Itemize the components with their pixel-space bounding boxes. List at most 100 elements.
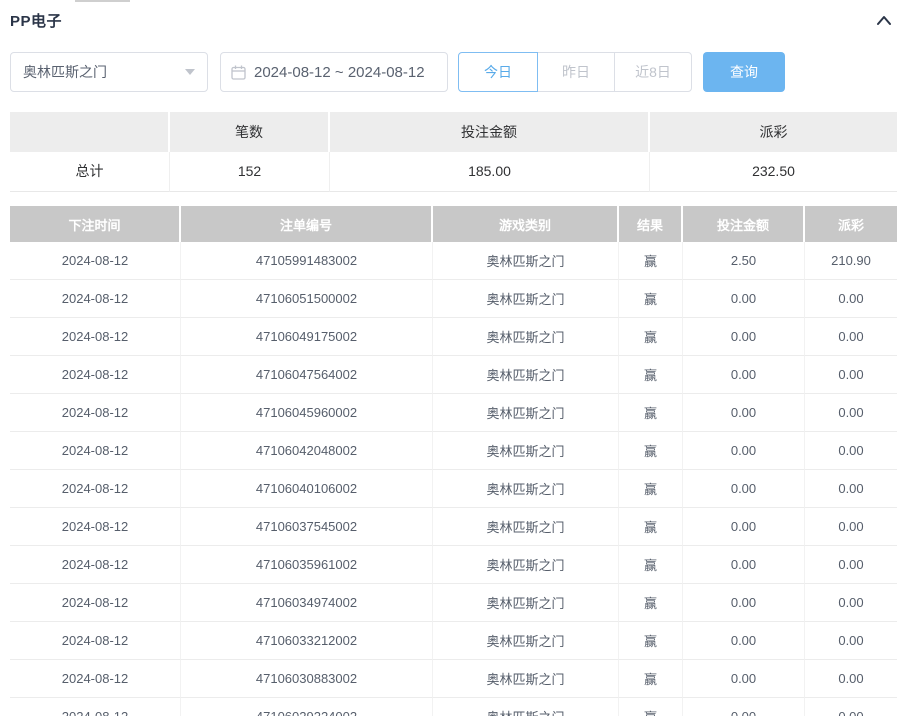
cell-bet-amount: 0.00 [683, 432, 805, 470]
cell-bet-amount: 0.00 [683, 660, 805, 698]
table-row: 2024-08-12 47106029224002 奥林匹斯之门 赢 0.00 … [10, 698, 897, 716]
cell-game-type: 奥林匹斯之门 [433, 242, 619, 280]
cell-payout: 0.00 [805, 508, 897, 546]
summary-header-bet-amount: 投注金额 [330, 112, 650, 152]
cell-bet-time: 2024-08-12 [10, 584, 181, 622]
cell-bet-time: 2024-08-12 [10, 622, 181, 660]
summary-total-row: 总计 152 185.00 232.50 [10, 152, 897, 192]
cell-result: 赢 [619, 242, 683, 280]
col-bet-time: 下注时间 [10, 206, 181, 242]
table-row: 2024-08-12 47105991483002 奥林匹斯之门 赢 2.50 … [10, 242, 897, 280]
calendar-icon [231, 65, 254, 80]
cell-bet-id: 47106034974002 [181, 584, 433, 622]
yesterday-button[interactable]: 昨日 [537, 52, 615, 92]
cell-bet-time: 2024-08-12 [10, 356, 181, 394]
cell-bet-amount: 0.00 [683, 356, 805, 394]
cell-bet-time: 2024-08-12 [10, 546, 181, 584]
cell-result: 赢 [619, 432, 683, 470]
cell-bet-time: 2024-08-12 [10, 394, 181, 432]
summary-total-label: 总计 [10, 152, 170, 192]
cell-payout: 0.00 [805, 698, 897, 716]
cell-payout: 210.90 [805, 242, 897, 280]
bet-table-header: 下注时间 注单编号 游戏类别 结果 投注金额 派彩 [10, 206, 897, 242]
cell-game-type: 奥林匹斯之门 [433, 698, 619, 716]
summary-total-payout: 232.50 [650, 152, 897, 192]
col-bet-amount: 投注金额 [683, 206, 805, 242]
search-button[interactable]: 查询 [703, 52, 785, 92]
viewport-artifact [75, 0, 130, 2]
bet-table-body: 2024-08-12 47105991483002 奥林匹斯之门 赢 2.50 … [10, 242, 897, 716]
cell-payout: 0.00 [805, 280, 897, 318]
cell-bet-time: 2024-08-12 [10, 660, 181, 698]
cell-bet-time: 2024-08-12 [10, 470, 181, 508]
bet-records-table: 下注时间 注单编号 游戏类别 结果 投注金额 派彩 2024-08-12 471… [10, 206, 897, 716]
date-range-value: 2024-08-12 ~ 2024-08-12 [254, 63, 425, 81]
last8days-button[interactable]: 近8日 [614, 52, 692, 92]
cell-bet-amount: 0.00 [683, 318, 805, 356]
cell-bet-id: 47106029224002 [181, 698, 433, 716]
table-row: 2024-08-12 47106040106002 奥林匹斯之门 赢 0.00 … [10, 470, 897, 508]
cell-game-type: 奥林匹斯之门 [433, 356, 619, 394]
cell-bet-id: 47106045960002 [181, 394, 433, 432]
cell-bet-amount: 0.00 [683, 280, 805, 318]
table-row: 2024-08-12 47106047564002 奥林匹斯之门 赢 0.00 … [10, 356, 897, 394]
cell-result: 赢 [619, 280, 683, 318]
cell-result: 赢 [619, 584, 683, 622]
cell-game-type: 奥林匹斯之门 [433, 660, 619, 698]
cell-bet-id: 47106033212002 [181, 622, 433, 660]
summary-header-row: 笔数 投注金额 派彩 [10, 112, 897, 152]
cell-result: 赢 [619, 470, 683, 508]
cell-payout: 0.00 [805, 660, 897, 698]
cell-game-type: 奥林匹斯之门 [433, 546, 619, 584]
summary-header-payout: 派彩 [650, 112, 897, 152]
date-range-picker[interactable]: 2024-08-12 ~ 2024-08-12 [220, 52, 448, 92]
cell-bet-amount: 0.00 [683, 622, 805, 660]
today-button[interactable]: 今日 [458, 52, 538, 92]
cell-bet-time: 2024-08-12 [10, 432, 181, 470]
cell-payout: 0.00 [805, 356, 897, 394]
cell-payout: 0.00 [805, 546, 897, 584]
pp-electronic-panel: PP电子 奥林匹斯之门 2024-08-12 ~ 2024-08-12 今日 昨… [0, 0, 907, 716]
caret-down-icon [185, 69, 195, 75]
filter-bar: 奥林匹斯之门 2024-08-12 ~ 2024-08-12 今日 昨日 近8日… [10, 52, 897, 92]
cell-game-type: 奥林匹斯之门 [433, 508, 619, 546]
cell-payout: 0.00 [805, 622, 897, 660]
page-title: PP电子 [10, 13, 63, 30]
collapse-button[interactable] [875, 14, 893, 28]
summary-header-count: 笔数 [170, 112, 330, 152]
cell-bet-id: 47106037545002 [181, 508, 433, 546]
table-row: 2024-08-12 47106049175002 奥林匹斯之门 赢 0.00 … [10, 318, 897, 356]
cell-bet-id: 47106051500002 [181, 280, 433, 318]
cell-bet-id: 47106049175002 [181, 318, 433, 356]
cell-result: 赢 [619, 318, 683, 356]
cell-bet-time: 2024-08-12 [10, 698, 181, 716]
cell-payout: 0.00 [805, 584, 897, 622]
summary-total-count: 152 [170, 152, 330, 192]
cell-result: 赢 [619, 698, 683, 716]
col-game-type: 游戏类别 [433, 206, 619, 242]
cell-game-type: 奥林匹斯之门 [433, 470, 619, 508]
table-row: 2024-08-12 47106042048002 奥林匹斯之门 赢 0.00 … [10, 432, 897, 470]
cell-bet-amount: 0.00 [683, 508, 805, 546]
cell-bet-time: 2024-08-12 [10, 280, 181, 318]
cell-bet-id: 47106042048002 [181, 432, 433, 470]
cell-bet-id: 47106040106002 [181, 470, 433, 508]
col-bet-id: 注单编号 [181, 206, 433, 242]
cell-bet-amount: 2.50 [683, 242, 805, 280]
cell-bet-id: 47105991483002 [181, 242, 433, 280]
table-row: 2024-08-12 47106033212002 奥林匹斯之门 赢 0.00 … [10, 622, 897, 660]
summary-table: 笔数 投注金额 派彩 总计 152 185.00 232.50 [10, 112, 897, 192]
cell-bet-time: 2024-08-12 [10, 318, 181, 356]
table-row: 2024-08-12 47106037545002 奥林匹斯之门 赢 0.00 … [10, 508, 897, 546]
cell-bet-id: 47106035961002 [181, 546, 433, 584]
cell-result: 赢 [619, 546, 683, 584]
cell-game-type: 奥林匹斯之门 [433, 318, 619, 356]
cell-game-type: 奥林匹斯之门 [433, 432, 619, 470]
panel-header: PP电子 [10, 0, 897, 31]
cell-payout: 0.00 [805, 432, 897, 470]
cell-game-type: 奥林匹斯之门 [433, 584, 619, 622]
game-select[interactable]: 奥林匹斯之门 [10, 52, 208, 92]
cell-game-type: 奥林匹斯之门 [433, 622, 619, 660]
cell-result: 赢 [619, 660, 683, 698]
summary-header-empty [10, 112, 170, 152]
